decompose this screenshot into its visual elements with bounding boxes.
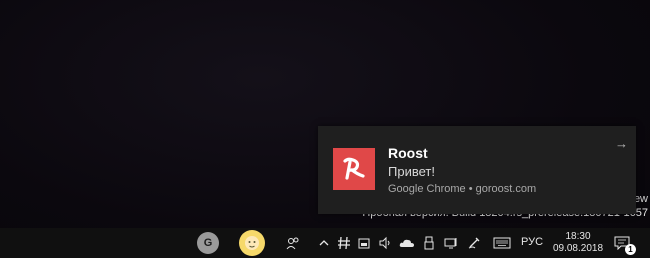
taskbar: G РУС 18:30 09.08.2018 1 bbox=[0, 228, 650, 258]
battery-icon[interactable] bbox=[356, 235, 372, 251]
clock-date: 09.08.2018 bbox=[552, 243, 604, 254]
toast-title: Roost bbox=[388, 145, 428, 161]
onedrive-cloud-icon[interactable] bbox=[399, 235, 415, 251]
user-avatar-icon[interactable] bbox=[239, 230, 265, 256]
keyboard-icon[interactable] bbox=[492, 235, 512, 251]
clock[interactable]: 18:30 09.08.2018 bbox=[552, 231, 604, 255]
clock-time: 18:30 bbox=[565, 231, 591, 242]
people-icon[interactable] bbox=[285, 235, 301, 251]
toast-source: Google Chrome • goroost.com bbox=[388, 183, 537, 195]
usb-icon[interactable] bbox=[421, 235, 437, 251]
language-indicator[interactable]: РУС bbox=[521, 236, 543, 248]
chrome-profile-avatar[interactable]: G bbox=[197, 232, 219, 254]
toast-expand-arrow-icon[interactable]: → bbox=[615, 136, 628, 151]
toast-message: Привет! bbox=[388, 164, 435, 179]
volume-icon[interactable] bbox=[377, 235, 393, 251]
desktop: ew Пробная версия. Build 18204.rs_prerel… bbox=[0, 0, 650, 258]
chevron-up-icon[interactable] bbox=[316, 235, 332, 251]
network-hash-icon[interactable] bbox=[336, 235, 352, 251]
windows-ink-icon[interactable] bbox=[443, 235, 459, 251]
watermark-partial: ew bbox=[633, 193, 648, 205]
roost-logo-icon bbox=[333, 148, 375, 190]
notification-count-badge: 1 bbox=[625, 244, 636, 255]
notification-toast[interactable]: Roost Привет! Google Chrome • goroost.co… bbox=[318, 126, 636, 214]
pen-icon[interactable] bbox=[466, 235, 482, 251]
action-center-button[interactable]: 1 bbox=[612, 233, 636, 255]
